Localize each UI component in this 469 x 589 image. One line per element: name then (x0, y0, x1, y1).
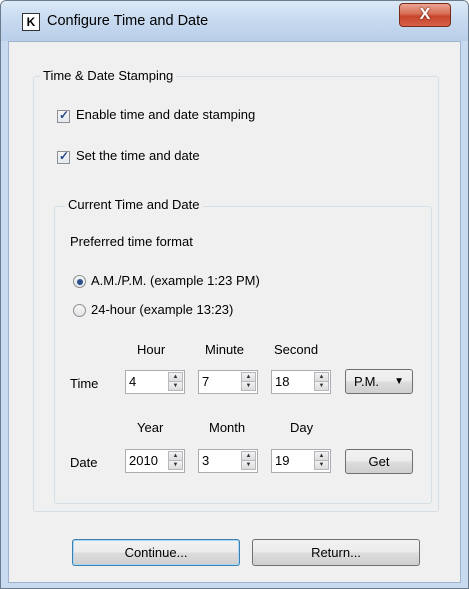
year-spinner[interactable]: 2010 ▲ ▼ (125, 449, 185, 473)
radio-selected-dot (76, 278, 83, 285)
checkmark-icon: ✓ (59, 149, 70, 163)
month-value[interactable]: 3 (202, 453, 209, 468)
dialog-client-area: Time & Date Stamping ✓ Enable time and d… (8, 41, 461, 583)
window-title: Configure Time and Date (47, 13, 209, 29)
month-spinner[interactable]: 3 ▲ ▼ (198, 449, 258, 473)
24hour-format-radio[interactable] (73, 304, 86, 317)
spin-down-icon[interactable]: ▼ (241, 460, 256, 470)
spin-down-icon[interactable]: ▼ (314, 460, 329, 470)
title-bar[interactable]: K Configure Time and Date X (1, 1, 468, 41)
24hour-format-label[interactable]: 24-hour (example 13:23) (91, 302, 233, 317)
minute-value[interactable]: 7 (202, 374, 209, 389)
ampm-selected-value: P.M. (354, 374, 380, 389)
stamping-legend: Time & Date Stamping (40, 68, 177, 83)
set-time-date-label[interactable]: Set the time and date (76, 148, 200, 163)
spin-down-icon[interactable]: ▼ (241, 381, 256, 391)
month-header: Month (209, 420, 246, 435)
day-header: Day (290, 420, 314, 435)
preferred-format-label: Preferred time format (70, 234, 193, 249)
close-button[interactable]: X (399, 3, 451, 27)
get-button[interactable]: Get (345, 449, 413, 474)
ampm-format-radio[interactable] (73, 275, 86, 288)
checkmark-icon: ✓ (59, 108, 70, 122)
second-header: Second (274, 342, 319, 357)
current-time-legend: Current Time and Date (65, 197, 203, 212)
day-value[interactable]: 19 (275, 453, 289, 468)
ampm-dropdown[interactable]: P.M. ▼ (345, 369, 413, 394)
chevron-down-icon: ▼ (394, 376, 404, 387)
second-value[interactable]: 18 (275, 374, 289, 389)
day-spinner[interactable]: 19 ▲ ▼ (271, 449, 331, 473)
year-header: Year (137, 420, 164, 435)
second-spinner[interactable]: 18 ▲ ▼ (271, 370, 331, 394)
set-time-date-checkbox[interactable]: ✓ (57, 149, 70, 164)
date-row-label: Date (70, 455, 98, 470)
continue-button[interactable]: Continue... (72, 539, 240, 566)
spin-down-icon[interactable]: ▼ (314, 381, 329, 391)
time-row-label: Time (70, 376, 99, 391)
spin-down-icon[interactable]: ▼ (168, 381, 183, 391)
minute-spinner[interactable]: 7 ▲ ▼ (198, 370, 258, 394)
enable-stamping-label[interactable]: Enable time and date stamping (76, 107, 255, 122)
hour-header: Hour (137, 342, 166, 357)
return-button[interactable]: Return... (252, 539, 420, 566)
close-icon: X (419, 6, 431, 23)
dialog-window: K Configure Time and Date X Time & Date … (0, 0, 469, 589)
minute-header: Minute (205, 342, 245, 357)
hour-spinner[interactable]: 4 ▲ ▼ (125, 370, 185, 394)
year-value[interactable]: 2010 (129, 453, 158, 468)
hour-value[interactable]: 4 (129, 374, 136, 389)
spin-down-icon[interactable]: ▼ (168, 460, 183, 470)
enable-stamping-checkbox[interactable]: ✓ (57, 108, 70, 123)
app-icon: K (22, 13, 40, 31)
ampm-format-label[interactable]: A.M./P.M. (example 1:23 PM) (91, 273, 260, 288)
